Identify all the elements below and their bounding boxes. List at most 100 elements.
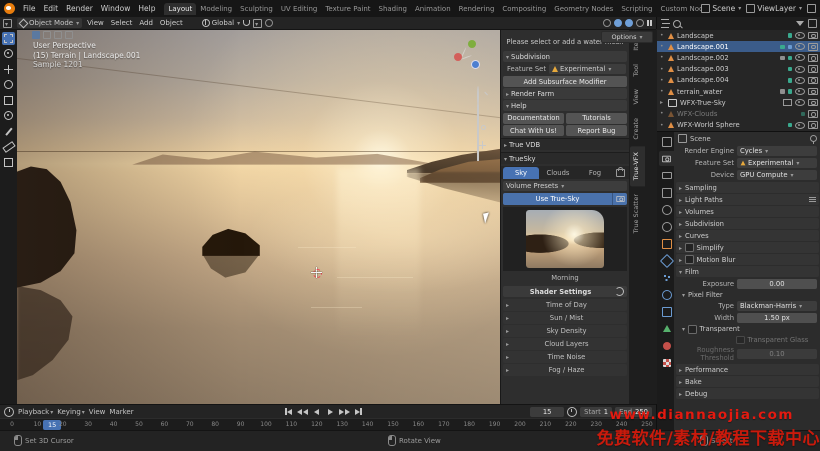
axis-y-handle[interactable] — [468, 40, 476, 48]
tab-uv-editing[interactable]: UV Editing — [277, 3, 322, 15]
tool-move[interactable] — [2, 63, 15, 76]
tool-add-primitive[interactable] — [2, 156, 15, 169]
ptab-particles[interactable] — [659, 270, 674, 285]
tab-sky[interactable]: Sky — [503, 167, 539, 179]
camera-visibility-icon[interactable] — [808, 121, 818, 129]
refresh-icon[interactable] — [615, 287, 624, 296]
eye-icon[interactable] — [795, 88, 805, 95]
jump-to-end-button[interactable] — [353, 407, 364, 416]
zoom-tool[interactable] — [477, 87, 489, 99]
scene-selector[interactable]: Scene — [701, 4, 741, 13]
show-overlays-toggle[interactable] — [614, 19, 622, 27]
overlay-toggle-icon[interactable] — [54, 31, 62, 39]
outliner-options-icon[interactable] — [808, 19, 817, 28]
tool-transform[interactable] — [2, 109, 15, 122]
tab-clouds[interactable]: Clouds — [540, 167, 576, 179]
menu-window[interactable]: Window — [97, 4, 135, 13]
render-farm-panel-header[interactable]: Render Farm — [503, 88, 627, 99]
snap-magnet-icon[interactable] — [243, 20, 250, 26]
play-reverse-button[interactable] — [311, 407, 322, 416]
menu-marker[interactable]: Marker — [109, 408, 133, 416]
axis-z-handle[interactable] — [471, 60, 480, 69]
exposure-field[interactable]: 0.00 — [737, 279, 817, 289]
outliner-item-wfx-world-sphere[interactable]: • WFX-World Sphere — [657, 120, 820, 131]
options-button[interactable]: Options — [601, 31, 653, 43]
camera-visibility-icon[interactable] — [808, 77, 818, 85]
filter-icon[interactable] — [796, 21, 804, 26]
camera-visibility-icon[interactable] — [808, 88, 818, 96]
tool-annotate[interactable] — [2, 125, 15, 138]
snap-target-selector[interactable] — [253, 19, 262, 28]
menu-render[interactable]: Render — [62, 4, 97, 13]
tab-layout[interactable]: Layout — [164, 3, 196, 15]
menu-object[interactable]: Object — [158, 19, 185, 27]
truesky-panel-header[interactable]: TrueSky — [501, 152, 629, 164]
vtab-view[interactable]: View — [630, 83, 645, 110]
chat-with-us-button[interactable]: Chat With Us! — [503, 125, 564, 136]
ptab-texture[interactable] — [659, 355, 674, 370]
subpanel-sun-mist[interactable]: Sun / Mist — [503, 312, 627, 324]
eye-icon[interactable] — [795, 122, 805, 129]
outliner-item-wfx-clouds[interactable]: • WFX-Clouds — [657, 108, 820, 119]
ptab-data[interactable] — [659, 321, 674, 336]
filter-width-field[interactable]: 1.50 px — [737, 313, 817, 323]
xray-toggle[interactable] — [625, 19, 633, 27]
ptab-scene[interactable] — [659, 202, 674, 217]
ptab-tool[interactable] — [659, 134, 674, 149]
vtab-true-vfx[interactable]: True-VFX — [630, 146, 645, 186]
eye-icon[interactable] — [795, 54, 805, 61]
use-truesky-button[interactable]: Use True-Sky — [503, 193, 627, 205]
navigation-gizmo[interactable] — [445, 37, 485, 77]
add-subsurface-modifier-button[interactable]: Add Subsurface Modifier — [503, 76, 627, 87]
ptab-world[interactable] — [659, 219, 674, 234]
outliner-item-landscape[interactable]: • Landscape — [657, 30, 820, 41]
shading-toggle-icon[interactable] — [43, 31, 51, 39]
menu-help[interactable]: Help — [134, 4, 159, 13]
menu-file[interactable]: File — [19, 4, 40, 13]
help-panel-header[interactable]: Help — [503, 100, 627, 111]
tab-fog[interactable]: Fog — [577, 167, 613, 179]
transparent-checkbox[interactable] — [688, 325, 697, 334]
current-frame-field[interactable]: 15 — [530, 407, 564, 417]
show-gizmo-toggle[interactable] — [603, 19, 611, 27]
panel-bake[interactable]: Bake — [676, 376, 819, 387]
lock-icon[interactable] — [616, 169, 625, 177]
documentation-button[interactable]: Documentation — [503, 113, 564, 124]
tab-scripting[interactable]: Scripting — [617, 3, 656, 15]
eye-icon[interactable] — [795, 99, 805, 106]
tab-animation[interactable]: Animation — [411, 3, 455, 15]
render-engine-dropdown[interactable]: Cycles — [737, 146, 817, 156]
camera-visibility-icon[interactable] — [808, 110, 818, 118]
eye-icon[interactable] — [795, 66, 805, 73]
subpanel-fog-haze[interactable]: Fog / Haze — [503, 364, 627, 376]
next-keyframe-button[interactable] — [339, 407, 350, 416]
screen-icon[interactable] — [783, 99, 792, 106]
simplify-checkbox[interactable] — [685, 243, 694, 252]
outliner-item-terrain-water[interactable]: • terrain_water — [657, 86, 820, 97]
play-button[interactable] — [325, 407, 336, 416]
display-mode-icon[interactable] — [661, 19, 669, 28]
tool-scale[interactable] — [2, 94, 15, 107]
feature-set-dropdown[interactable]: Experimental — [737, 158, 817, 168]
tutorials-button[interactable]: Tutorials — [566, 113, 627, 124]
filter-type-dropdown[interactable]: Blackman-Harris — [737, 301, 817, 311]
camera-visibility-icon[interactable] — [808, 32, 818, 40]
start-frame-field[interactable]: Start1 — [580, 407, 612, 417]
ptab-output[interactable] — [659, 168, 674, 183]
tab-rendering[interactable]: Rendering — [455, 3, 499, 15]
camera-visibility-icon[interactable] — [808, 65, 818, 73]
jump-to-start-button[interactable] — [283, 407, 294, 416]
camera-visibility-icon[interactable] — [808, 99, 818, 107]
true-vdb-panel-header[interactable]: True VDB — [501, 138, 629, 150]
panel-subdivision[interactable]: Subdivision — [676, 218, 819, 229]
subpanel-cloud-layers[interactable]: Cloud Layers — [503, 338, 627, 350]
menu-tl-view[interactable]: View — [89, 408, 106, 416]
report-bug-button[interactable]: Report Bug — [566, 125, 627, 136]
panel-motion-blur[interactable]: Motion Blur — [676, 254, 819, 265]
axis-x-handle[interactable] — [454, 53, 462, 61]
camera-visibility-icon[interactable] — [808, 54, 818, 62]
eye-icon[interactable] — [795, 32, 805, 39]
preset-thumbnail[interactable] — [526, 210, 604, 268]
panel-performance[interactable]: Performance — [676, 364, 819, 375]
ptab-material[interactable] — [659, 338, 674, 353]
